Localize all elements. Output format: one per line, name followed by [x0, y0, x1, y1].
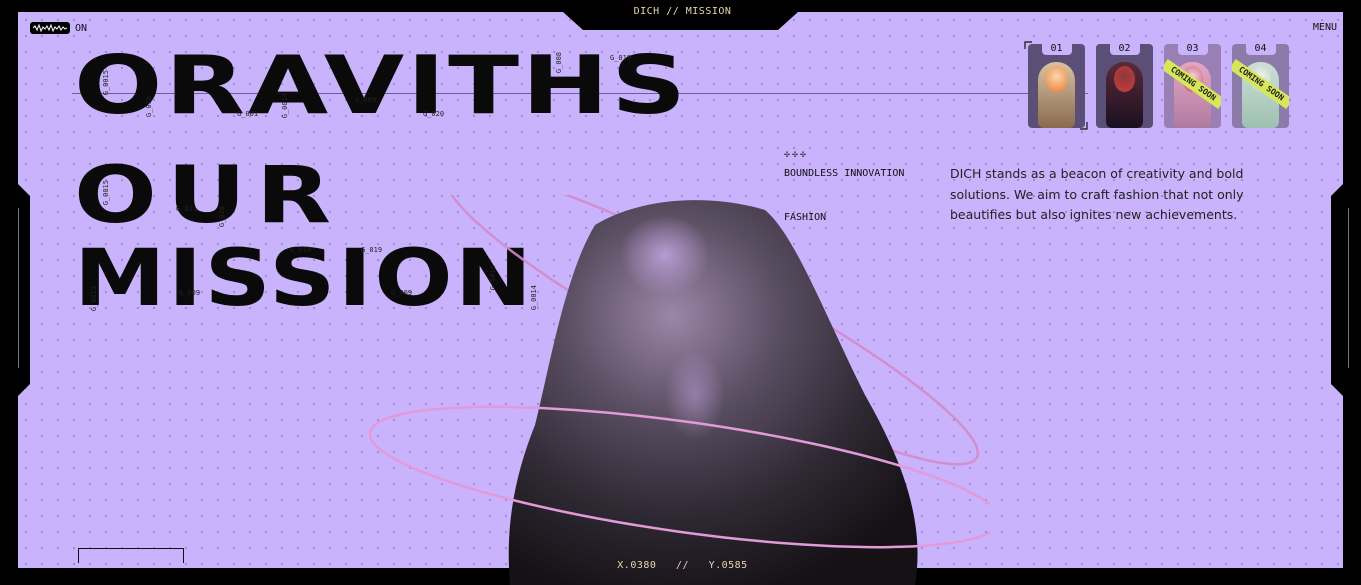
glyph-label: G_018 [145, 96, 153, 118]
glyph-label: G_0014 [281, 93, 289, 119]
glyph-label: G_008 [555, 52, 563, 74]
mission-description: DICH stands as a beacon of creativity an… [950, 166, 1244, 222]
sound-status-label: ON [75, 22, 88, 34]
tag-boundless-innovation: BOUNDLESS INNOVATION [784, 168, 905, 179]
card-number: 02 [1109, 44, 1140, 55]
sound-toggle[interactable]: ON [30, 22, 87, 34]
waveform-icon [30, 22, 70, 34]
stars-icon: ✢✢✢ [784, 149, 809, 160]
card-number: 04 [1245, 44, 1276, 55]
collection-card[interactable]: 02 [1096, 44, 1153, 128]
model-head [1114, 66, 1135, 92]
rock-sculpture-image [368, 195, 990, 585]
glyph-label: G_009 [355, 96, 377, 104]
glyph-label: G_020 [423, 110, 445, 118]
collection-card[interactable]: 01 [1028, 44, 1085, 128]
glyph-label: G_0013 [90, 286, 98, 312]
glyph-label: G_0015 [102, 180, 110, 206]
collection-card[interactable]: 03 COMING SOON [1164, 44, 1221, 128]
glyph-label: G_009 [179, 289, 201, 297]
glyph-label: G_0015 [102, 70, 110, 96]
glyph-label: G_018 [218, 206, 226, 228]
hero-title-line-2: OUR [74, 151, 342, 241]
right-scroll-indicator [1348, 208, 1349, 368]
glyph-label: G_019 [290, 246, 312, 254]
left-scroll-indicator [18, 208, 19, 368]
glyph-label: G_021 [176, 205, 198, 213]
model-head [1046, 66, 1067, 92]
coordinates-readout: X.0380 // Y.0585 [617, 560, 748, 571]
card-number: 01 [1041, 44, 1072, 55]
hero-title-line-1: ORAVITHS [74, 39, 689, 132]
page-frame: DICH // MISSION ON MENU ORAVITHS OUR MIS… [0, 0, 1361, 585]
page-title: DICH // MISSION [633, 6, 732, 17]
glyph-label: G_001 [237, 110, 259, 118]
collection-cards: 01 02 03 COMING SOON 04 COMING SOON [1028, 44, 1289, 128]
menu-button[interactable]: MENU [1313, 22, 1337, 33]
card-number: 03 [1177, 44, 1208, 55]
corner-bracket [78, 548, 184, 567]
glyph-label: G_019 [610, 54, 632, 62]
collection-card[interactable]: 04 COMING SOON [1232, 44, 1289, 128]
